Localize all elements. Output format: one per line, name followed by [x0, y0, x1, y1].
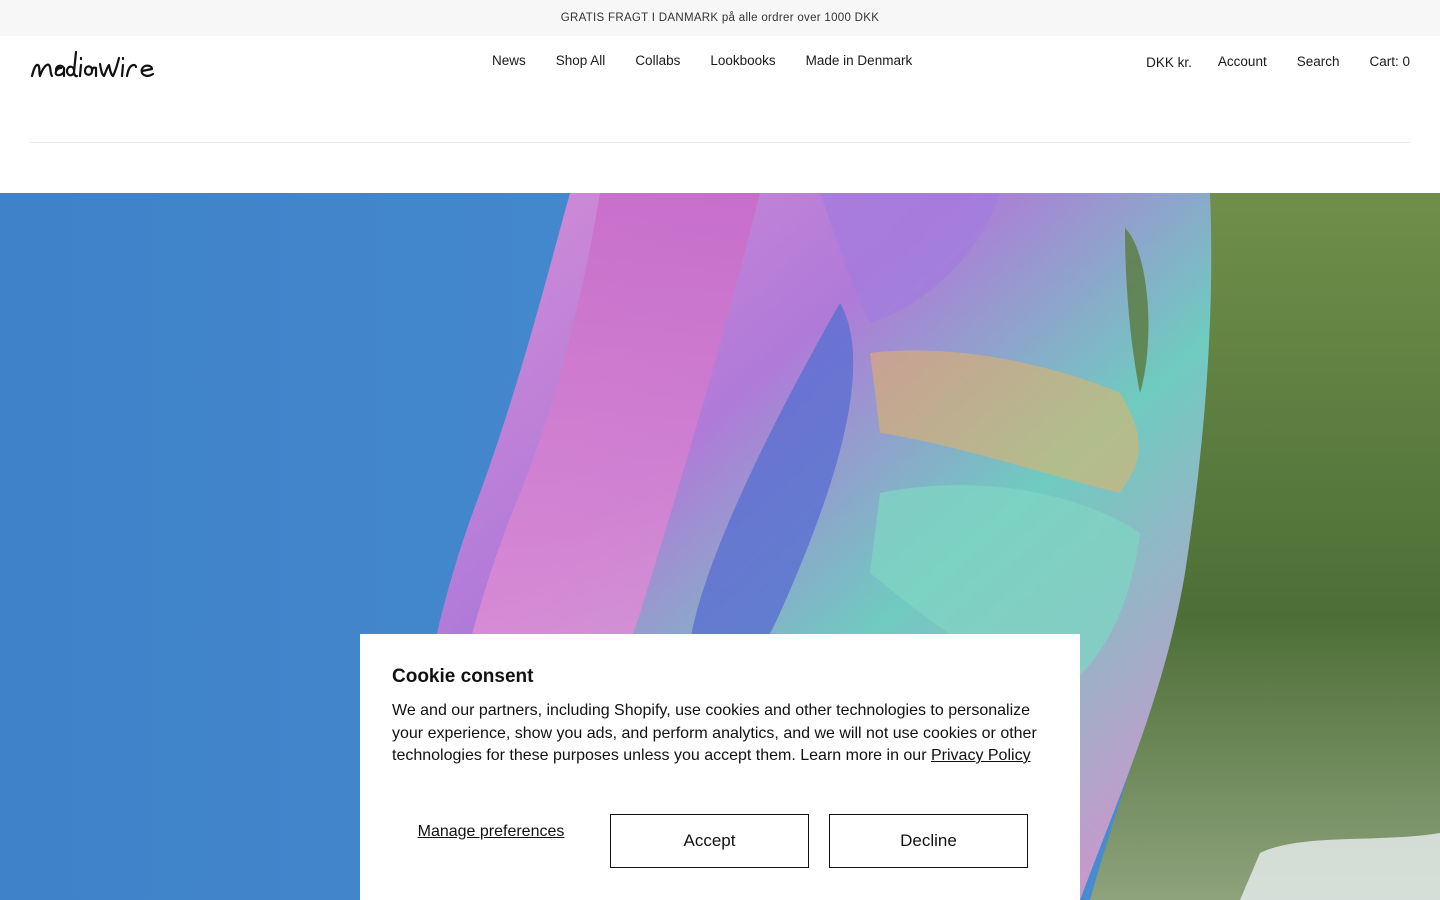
cookie-consent-text: We and our partners, including Shopify, … [392, 700, 1052, 768]
search-link[interactable]: Search [1297, 54, 1340, 69]
site-header: News Shop All Collabs Lookbooks Made in … [0, 36, 1440, 193]
account-link[interactable]: Account [1218, 54, 1267, 69]
privacy-policy-link[interactable]: Privacy Policy [931, 747, 1031, 764]
cookie-consent-title: Cookie consent [392, 666, 534, 687]
nav-news[interactable]: News [492, 53, 526, 68]
brand-logo-wordmark [30, 50, 155, 78]
announcement-text: GRATIS FRAGT I DANMARK på alle ordrer ov… [560, 12, 880, 24]
header-divider [30, 142, 1410, 143]
brand-logo[interactable] [30, 48, 182, 82]
nav-lookbooks[interactable]: Lookbooks [710, 53, 775, 68]
announcement-bar: GRATIS FRAGT I DANMARK på alle ordrer ov… [0, 0, 1440, 36]
nav-made-in-denmark[interactable]: Made in Denmark [806, 53, 913, 68]
cart-link[interactable]: Cart: 0 [1369, 54, 1410, 69]
cookie-consent-actions: Manage preferences Accept Decline [392, 814, 1048, 868]
nav-collabs[interactable]: Collabs [635, 53, 680, 68]
currency-selector[interactable]: DKK kr. [1146, 55, 1192, 70]
utility-navigation: DKK kr. Account Search Cart: 0 [1146, 53, 1410, 70]
manage-preferences-button[interactable]: Manage preferences [392, 822, 590, 841]
nav-shop-all[interactable]: Shop All [556, 53, 606, 68]
decline-button[interactable]: Decline [829, 814, 1028, 868]
main-navigation: News Shop All Collabs Lookbooks Made in … [492, 53, 912, 68]
cookie-consent-dialog: Cookie consent We and our partners, incl… [360, 634, 1080, 900]
accept-button[interactable]: Accept [610, 814, 809, 868]
